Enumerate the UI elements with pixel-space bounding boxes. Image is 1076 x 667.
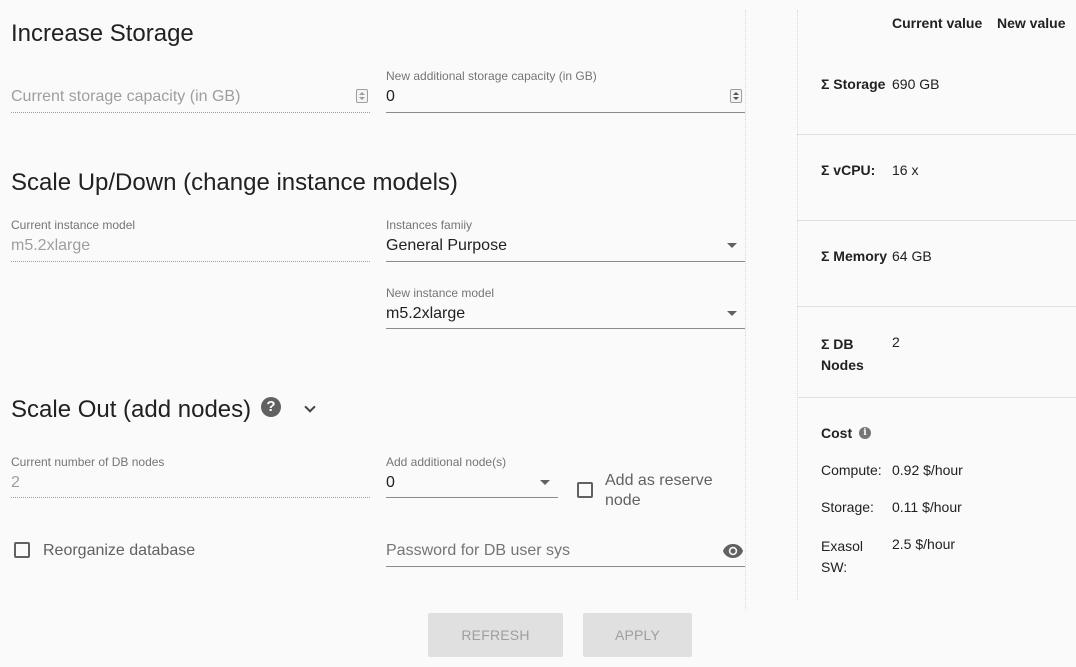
help-icon[interactable]: ? [261,397,281,417]
cost-title: Cost [821,425,853,441]
current-nodes-value: 2 [11,474,20,491]
db-nodes-summary-value: 2 [892,334,900,350]
storage-summary-value: 690 GB [892,76,940,92]
cost-storage-label: Storage: [821,499,874,515]
new-instance-underline [386,328,745,329]
password-input[interactable]: Password for DB user sys [386,538,745,568]
instance-family-label: Instances famiiy [386,218,473,232]
instance-family-value: General Purpose [386,237,507,254]
new-instance-label: New instance model [386,286,495,300]
new-storage-underline [386,112,745,113]
current-storage-spinner-icon[interactable] [356,89,368,103]
current-instance-value: m5.2xlarge [11,237,91,254]
new-storage-value: 0 [386,88,395,105]
vcpu-summary-value: 16 x [892,162,919,178]
password-underline [386,566,745,567]
current-storage-field[interactable]: Current storage capacity (in GB) [11,84,370,114]
reorganize-checkbox[interactable] [14,542,30,558]
current-instance-underline [11,261,370,262]
new-storage-spinner-icon[interactable] [730,89,742,103]
add-nodes-caret-icon [540,480,550,485]
current-storage-placeholder: Current storage capacity (in GB) [11,88,241,105]
increase-storage-title: Increase Storage [11,20,194,47]
reserve-node-label: Add as reserve node [605,472,713,509]
current-instance-label: Current instance model [11,218,136,232]
summary-divider [797,10,798,600]
instance-family-select[interactable]: General Purpose [386,234,745,262]
new-instance-caret-icon [727,311,737,316]
add-nodes-label: Add additional node(s) [386,455,507,469]
password-placeholder: Password for DB user sys [386,542,571,559]
col-current-header: Current value [892,15,983,31]
storage-summary-label: Σ Storage [821,76,886,92]
current-storage-underline [11,112,370,113]
cost-compute-label: Compute: [821,462,882,478]
instance-family-underline [386,261,745,262]
current-nodes-label: Current number of DB nodes [11,455,165,469]
summary-separator [797,220,1076,221]
vcpu-summary-label: Σ vCPU: [821,162,876,178]
memory-summary-value: 64 GB [892,248,932,264]
column-divider [745,10,746,610]
summary-separator [797,134,1076,135]
new-storage-label: New additional storage capacity (in GB) [386,69,597,83]
new-instance-select[interactable]: m5.2xlarge [386,302,745,330]
summary-separator [797,306,1076,307]
add-nodes-underline [386,497,558,498]
scale-out-title: Scale Out (add nodes) [11,396,252,423]
instance-family-caret-icon [727,243,737,248]
new-instance-value: m5.2xlarge [386,305,466,322]
add-nodes-value: 0 [386,474,395,491]
apply-button[interactable]: APPLY [583,613,692,657]
cost-storage-value: 0.11 $/hour [892,499,962,515]
reorganize-label: Reorganize database [43,542,196,559]
info-icon[interactable]: i [859,427,871,439]
chevron-down-icon[interactable] [304,401,316,413]
memory-summary-label: Σ Memory [821,248,887,264]
summary-separator [797,397,1076,398]
new-storage-input[interactable]: 0 [386,84,745,114]
reserve-node-checkbox[interactable] [577,482,593,498]
current-nodes-underline [11,497,370,498]
refresh-button[interactable]: REFRESH [428,613,563,657]
col-new-header: New value [997,15,1066,31]
add-nodes-select[interactable]: 0 [386,471,558,499]
cost-exasol-label: Exasol SW: [821,538,864,575]
scale-up-title: Scale Up/Down (change instance models) [11,169,458,196]
eye-icon[interactable] [722,543,744,559]
db-nodes-summary-label: Σ DB Nodes [821,336,864,373]
cost-exasol-value: 2.5 $/hour [892,536,956,552]
cost-compute-value: 0.92 $/hour [892,462,963,478]
